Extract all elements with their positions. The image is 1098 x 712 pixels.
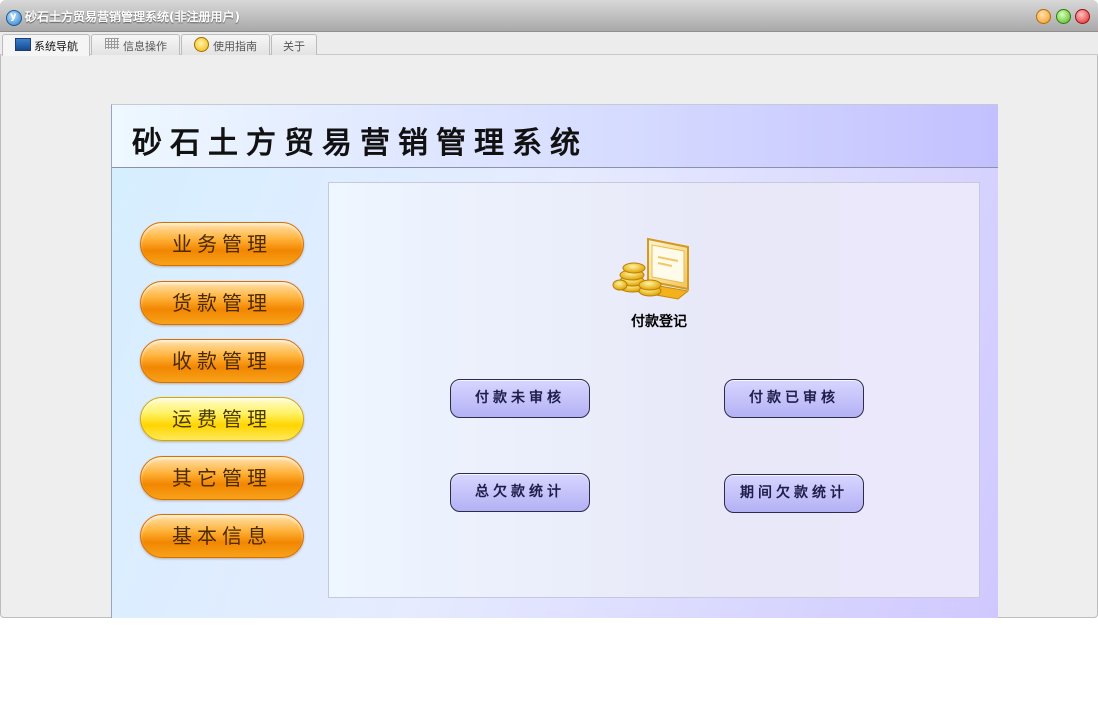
total-arrears-button[interactable]: 总欠款统计 xyxy=(450,473,590,512)
sidebar-item-goods-payment[interactable]: 货款管理 xyxy=(140,281,304,325)
tab-label: 关于 xyxy=(283,40,305,53)
tab-info-ops[interactable]: 信息操作 xyxy=(91,34,180,55)
unapproved-payments-button[interactable]: 付款未审核 xyxy=(450,379,590,418)
sidebar-item-basic-info[interactable]: 基本信息 xyxy=(140,514,304,558)
tab-label: 系统导航 xyxy=(34,40,78,53)
content-area: 付款登记 付款未审核 付款已审核 总欠款统计 期间欠款统计 xyxy=(328,182,980,598)
minimize-button[interactable] xyxy=(1036,9,1051,24)
app-window: y 砂石土方贸易营销管理系统(非注册用户) 系统导航 信息操作 使用指南 关于 … xyxy=(0,0,1098,618)
payment-coins-icon[interactable] xyxy=(612,235,696,305)
app-logo-icon: y xyxy=(6,10,22,26)
approved-payments-button[interactable]: 付款已审核 xyxy=(724,379,864,418)
navigation-panel: 砂石土方贸易营销管理系统 业务管理 货款管理 收款管理 运费管理 其它管理 基本… xyxy=(111,104,998,618)
period-arrears-button[interactable]: 期间欠款统计 xyxy=(724,474,864,513)
tab-bar: 系统导航 信息操作 使用指南 关于 xyxy=(0,32,1098,56)
payment-register-label[interactable]: 付款登记 xyxy=(609,311,709,331)
sidebar-item-freight[interactable]: 运费管理 xyxy=(140,397,304,441)
tab-system-nav[interactable]: 系统导航 xyxy=(2,34,90,56)
maximize-button[interactable] xyxy=(1056,9,1071,24)
sidebar-item-receipts[interactable]: 收款管理 xyxy=(140,339,304,383)
sidebar-item-other[interactable]: 其它管理 xyxy=(140,456,304,500)
grid-icon xyxy=(105,38,119,49)
panel-header: 砂石土方贸易营销管理系统 xyxy=(112,105,998,168)
title-bar[interactable]: y 砂石土方贸易营销管理系统(非注册用户) xyxy=(0,0,1098,32)
sidebar-item-business[interactable]: 业务管理 xyxy=(140,222,304,266)
system-title: 砂石土方贸易营销管理系统 xyxy=(132,126,588,161)
tab-label: 使用指南 xyxy=(213,40,257,53)
tab-about[interactable]: 关于 xyxy=(271,34,317,55)
close-button[interactable] xyxy=(1075,9,1090,24)
coin-icon xyxy=(194,37,209,52)
monitor-icon xyxy=(15,38,31,51)
window-title: 砂石土方贸易营销管理系统(非注册用户) xyxy=(25,10,240,24)
tab-user-guide[interactable]: 使用指南 xyxy=(181,34,270,55)
tab-label: 信息操作 xyxy=(123,40,167,53)
